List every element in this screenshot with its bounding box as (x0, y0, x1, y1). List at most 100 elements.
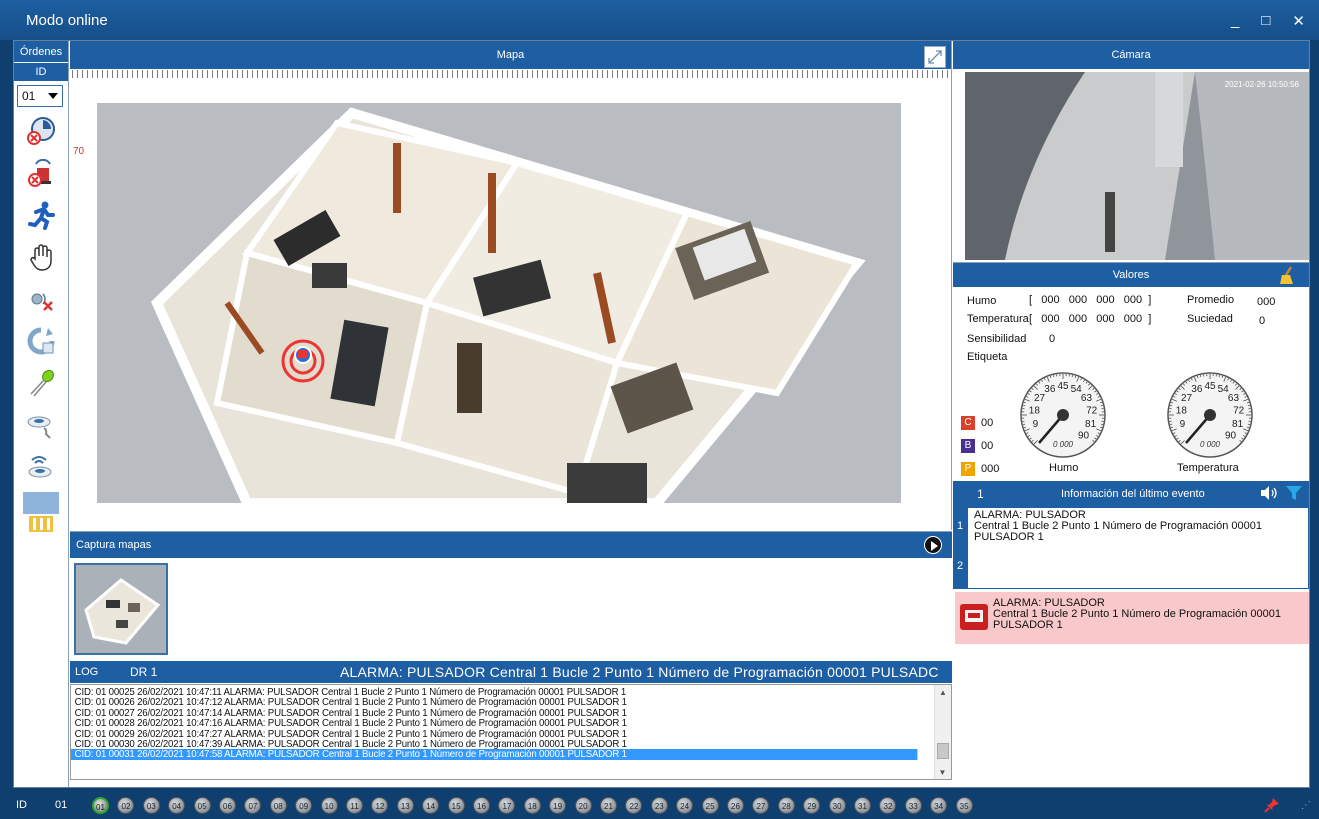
reset-icon[interactable] (23, 323, 59, 359)
gauge-tick-label: 90 (1225, 431, 1237, 442)
camera-feed[interactable]: 2021-02-26 10:50:56 (965, 72, 1309, 260)
central-node-button[interactable]: 20 (574, 797, 592, 814)
last-event-header: 1 Información del último evento (953, 481, 1309, 507)
event-index-1[interactable]: 1 (957, 520, 963, 532)
log-scrollbar[interactable]: ▲ ▼ (934, 685, 951, 779)
speaker-icon[interactable] (1259, 485, 1279, 504)
central-node-button[interactable]: 32 (879, 797, 897, 814)
central-node-button[interactable]: 12 (371, 797, 389, 814)
central-node-button[interactable]: 31 (854, 797, 871, 814)
central-node-button[interactable]: 23 (650, 797, 668, 814)
sensitivity-value: 0 (1049, 333, 1056, 345)
event-index-2[interactable]: 2 (957, 560, 963, 572)
central-node-button[interactable]: 33 (904, 797, 922, 814)
central-node-button[interactable]: 19 (549, 797, 567, 814)
central-node-button[interactable]: 28 (777, 797, 795, 814)
central-node-button[interactable]: 24 (676, 797, 694, 814)
floor-plan-image[interactable] (97, 103, 901, 503)
gauge-tick-label: 72 (1086, 405, 1098, 416)
dirt-value: 0 (1259, 315, 1266, 327)
log-ticker-message: ALARMA: PULSADOR Central 1 Bucle 2 Punto… (340, 664, 939, 680)
alarm-notification[interactable]: ALARMA: PULSADOR Central 1 Bucle 2 Punto… (955, 592, 1309, 644)
tag-label: Etiqueta (967, 351, 1008, 363)
mute-sound-icon[interactable] (23, 281, 59, 317)
central-node-button[interactable]: 17 (498, 797, 516, 814)
temperature-gauge: 9182736 45 54637281900 000 (1167, 372, 1253, 458)
central-node-button[interactable]: 30 (828, 797, 846, 814)
disable-siren-icon[interactable] (23, 155, 59, 191)
gauge-tick-label: 36 (1044, 384, 1056, 395)
central-node-button[interactable]: 16 (473, 797, 490, 814)
title-bar: Modo online _ □ ✕ (0, 0, 1319, 40)
central-node-button[interactable]: 02 (117, 797, 135, 814)
values-panel: Valores Humo [ 000 000 000 000 ] Promedi… (953, 262, 1309, 479)
gauge-tick-label: 81 (1232, 419, 1244, 430)
central-node-button[interactable]: 35 (955, 797, 973, 814)
central-node-button[interactable]: 18 (523, 797, 541, 814)
central-node-button[interactable]: 29 (803, 797, 821, 814)
stop-hand-icon[interactable] (23, 239, 59, 275)
orders-toolbar: Órdenes ID 01 (14, 41, 69, 787)
window-title: Modo online (26, 12, 108, 29)
central-node-button[interactable]: 25 (701, 797, 719, 814)
central-node-button[interactable]: 03 (142, 797, 160, 814)
central-node-button[interactable]: 26 (727, 797, 744, 814)
expand-icon[interactable] (924, 46, 946, 68)
sensitivity-label: Sensibilidad (967, 333, 1027, 345)
gauge-tick-label: 72 (1233, 405, 1245, 416)
id-footer-value: 01 (55, 799, 68, 811)
central-node-button[interactable]: 04 (168, 797, 186, 814)
central-node-button[interactable]: 21 (600, 797, 617, 814)
scroll-thumb[interactable] (937, 743, 949, 759)
event-count: 1 (977, 487, 984, 501)
central-node-button[interactable]: 10 (320, 797, 338, 814)
central-node-button[interactable]: 06 (219, 797, 236, 814)
dirt-label: Suciedad (1187, 313, 1233, 325)
map-ruler (72, 70, 950, 78)
detector-test-icon[interactable] (23, 407, 59, 443)
panel-module-icon[interactable] (23, 491, 59, 535)
map-marker-label: 70 (73, 146, 85, 157)
camera-header: Cámara (953, 41, 1309, 69)
central-node-button[interactable]: 22 (625, 797, 643, 814)
id-select[interactable]: 01 (17, 85, 63, 107)
id-label: ID (14, 63, 68, 81)
chevron-down-icon (48, 93, 58, 99)
central-node-button[interactable]: 15 (447, 797, 465, 814)
log-line-selected[interactable]: CID: 01 00031 26/02/2021 10:47:58 ALARMA… (71, 749, 918, 760)
central-node-button[interactable]: 27 (752, 797, 770, 814)
event-line-3: PULSADOR 1 (974, 531, 1044, 543)
last-event-body[interactable]: 1 2 ALARMA: PULSADOR Central 1 Bucle 2 P… (953, 507, 1309, 589)
pin-icon[interactable] (1263, 796, 1281, 817)
detector-signal-icon[interactable] (23, 449, 59, 485)
badge-b-value: 00 (981, 440, 994, 452)
disable-zone-icon[interactable] (23, 113, 59, 149)
gauge-tick-label: 9 (1033, 419, 1039, 430)
evacuation-icon[interactable] (23, 197, 59, 233)
play-icon[interactable] (924, 536, 942, 554)
gauge-tick-label: 81 (1085, 419, 1097, 430)
close-button[interactable]: ✕ (1292, 12, 1305, 30)
temperature-values: [ 000 000 000 000 ] (1029, 313, 1152, 325)
map-thumbnail[interactable] (74, 563, 168, 655)
central-node-button[interactable]: 01 (92, 797, 109, 814)
scroll-down-icon[interactable]: ▼ (935, 768, 950, 777)
central-node-button[interactable]: 08 (269, 797, 287, 814)
badge-c: C (961, 416, 975, 430)
filter-icon[interactable] (1285, 484, 1303, 505)
central-node-button[interactable]: 05 (193, 797, 211, 814)
event-log-list[interactable]: CID: 01 00025 26/02/2021 10:47:11 ALARMA… (70, 684, 952, 780)
central-node-button[interactable]: 13 (396, 797, 414, 814)
central-node-button[interactable]: 07 (244, 797, 262, 814)
central-node-button[interactable]: 14 (422, 797, 440, 814)
resize-grip-icon[interactable]: ⋰ (1301, 800, 1311, 811)
central-node-button[interactable]: 11 (346, 797, 363, 814)
maximize-button[interactable]: □ (1261, 12, 1270, 30)
minimize-button[interactable]: _ (1231, 12, 1239, 30)
central-node-button[interactable]: 34 (930, 797, 948, 814)
central-node-button[interactable]: 09 (295, 797, 313, 814)
led-test-icon[interactable] (23, 365, 59, 401)
temperature-gauge-label: Temperatura (1177, 462, 1239, 474)
scroll-up-icon[interactable]: ▲ (935, 688, 951, 697)
broom-icon[interactable] (1279, 265, 1297, 294)
